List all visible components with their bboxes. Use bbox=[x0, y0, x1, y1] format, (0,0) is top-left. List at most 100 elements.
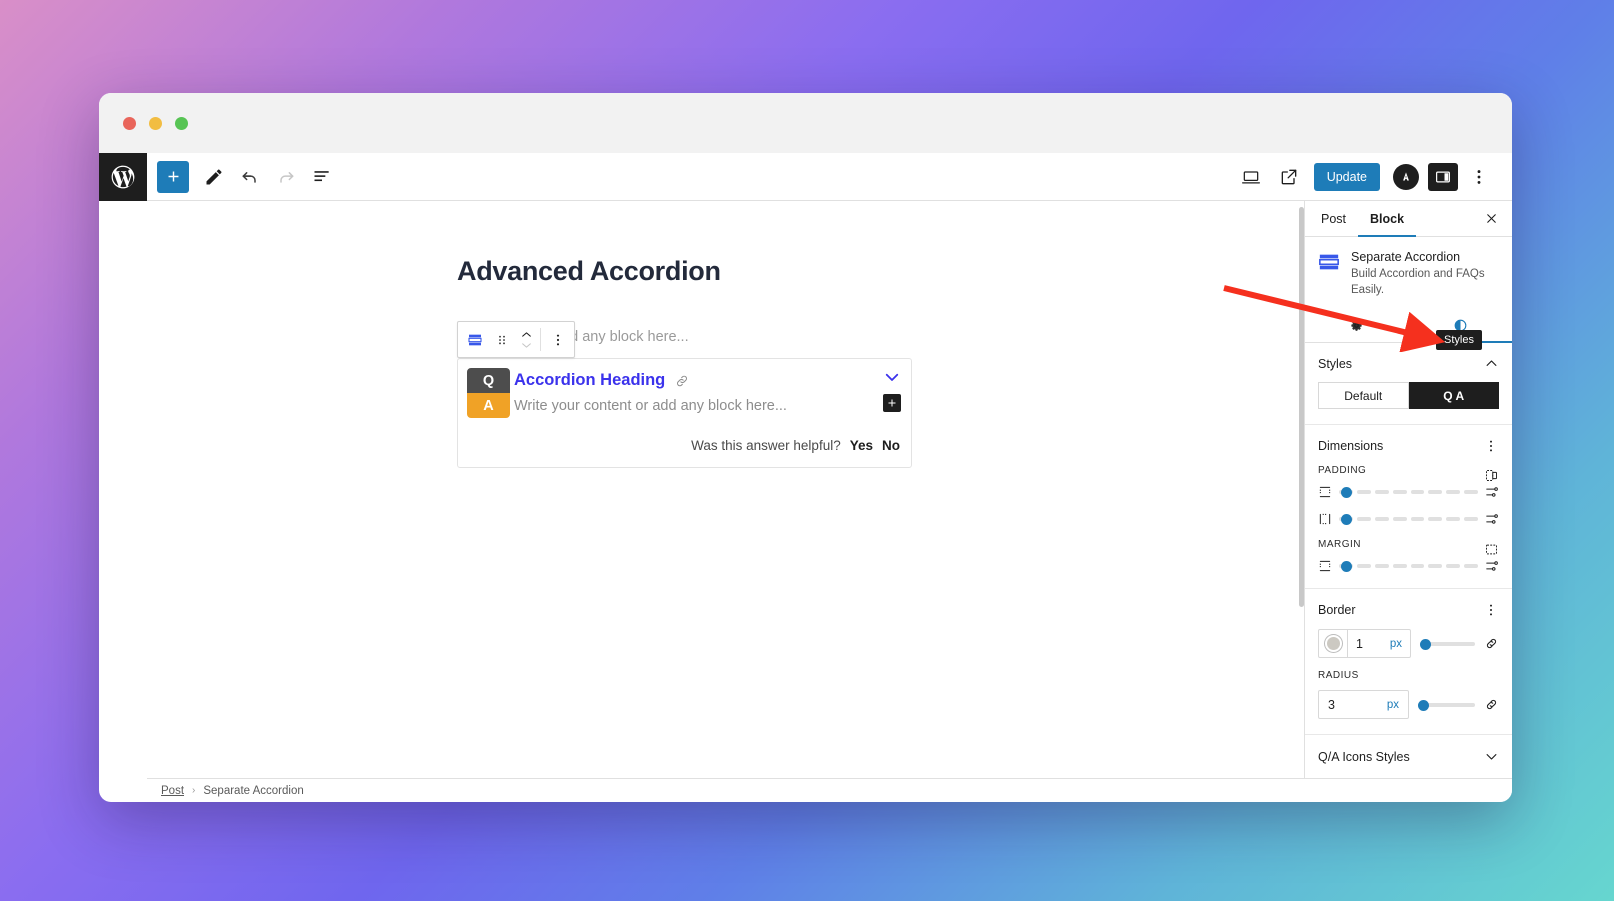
post-canvas[interactable]: Advanced Accordion add any block here... bbox=[147, 201, 1304, 778]
padding-horizontal-slider[interactable] bbox=[1339, 514, 1478, 526]
border-radius-unit[interactable]: px bbox=[1387, 699, 1399, 711]
update-button[interactable]: Update bbox=[1313, 162, 1380, 191]
list-view-button[interactable] bbox=[305, 160, 339, 194]
accordion-block[interactable]: Q A Accordion Heading Write your content… bbox=[457, 358, 912, 468]
slider-knob[interactable] bbox=[1341, 487, 1352, 499]
dimensions-section: Dimensions PADDING MARGIN bbox=[1305, 425, 1512, 590]
three-dots-icon bbox=[1477, 169, 1481, 184]
border-width-input[interactable]: 1 px bbox=[1348, 630, 1410, 657]
add-block-button[interactable] bbox=[157, 160, 189, 193]
editor-topbar: Update bbox=[147, 153, 1512, 201]
list-view-icon bbox=[314, 170, 329, 181]
margin-label: MARGIN bbox=[1318, 539, 1361, 551]
border-radius-input[interactable]: 3 px bbox=[1318, 690, 1409, 720]
settings-sidebar-toggle[interactable] bbox=[1428, 162, 1458, 191]
window-minimize-button[interactable] bbox=[149, 116, 162, 130]
accordion-heading-row: Accordion Heading bbox=[514, 368, 875, 393]
style-variation-group: Default Q A bbox=[1318, 382, 1499, 410]
dimensions-title: Dimensions bbox=[1318, 439, 1384, 454]
dimensions-options-vertical-dots-icon[interactable] bbox=[1483, 438, 1499, 454]
window-close-button[interactable] bbox=[123, 116, 136, 130]
border-link-sides-icon[interactable] bbox=[1484, 636, 1499, 651]
padding-vertical-settings-sliders-icon[interactable] bbox=[1485, 485, 1499, 499]
sidebar-scrollbar[interactable] bbox=[1299, 207, 1304, 607]
qa-icons-styles-chevron-down-icon[interactable] bbox=[1484, 749, 1499, 764]
block-movers bbox=[515, 329, 537, 351]
separate-accordion-icon bbox=[467, 334, 482, 345]
border-width-row: 1 px bbox=[1318, 629, 1499, 659]
helpful-no-button[interactable]: No bbox=[882, 438, 900, 453]
block-type-button[interactable] bbox=[461, 322, 488, 357]
style-option-default[interactable]: Default bbox=[1318, 382, 1409, 410]
margin-sides-link-icon[interactable] bbox=[1484, 542, 1499, 557]
border-radius-row: 3 px bbox=[1318, 690, 1499, 720]
avatar[interactable] bbox=[1393, 163, 1419, 190]
block-info: Separate Accordion Build Accordion and F… bbox=[1305, 237, 1512, 309]
dimensions-header: Dimensions bbox=[1318, 438, 1499, 454]
settings-tab[interactable] bbox=[1305, 310, 1409, 343]
styles-tooltip: Styles bbox=[1436, 330, 1482, 350]
styles-header: Styles bbox=[1318, 356, 1499, 371]
slider-knob[interactable] bbox=[1418, 699, 1429, 711]
editor-options-menu[interactable] bbox=[1462, 160, 1496, 194]
padding-vertical-slider-row bbox=[1318, 485, 1499, 499]
tab-post[interactable]: Post bbox=[1309, 202, 1358, 237]
edit-tool-button[interactable] bbox=[197, 160, 231, 194]
helpful-yes-button[interactable]: Yes bbox=[850, 438, 873, 453]
radius-label: RADIUS bbox=[1318, 670, 1359, 682]
border-width-unit[interactable]: px bbox=[1390, 638, 1402, 650]
block-options-button[interactable] bbox=[544, 322, 571, 357]
border-width-slider[interactable] bbox=[1420, 638, 1475, 650]
styles-title: Styles bbox=[1318, 356, 1353, 371]
accordion-content-placeholder[interactable]: Write your content or add any block here… bbox=[514, 398, 787, 414]
padding-label: PADDING bbox=[1318, 465, 1367, 477]
styles-collapse-chevron-up-icon[interactable] bbox=[1484, 356, 1499, 371]
wordpress-logo[interactable] bbox=[99, 153, 147, 201]
user-avatar-icon bbox=[1403, 171, 1409, 180]
helpful-question: Was this answer helpful? bbox=[691, 438, 841, 453]
accordion-add-block-button[interactable] bbox=[883, 394, 901, 412]
post-title[interactable]: Advanced Accordion bbox=[457, 256, 721, 287]
preview-button[interactable] bbox=[1272, 160, 1306, 194]
accordion-toggle-chevron-down-icon[interactable] bbox=[883, 368, 901, 386]
accordion-rows: Q A Accordion Heading Write your content… bbox=[458, 359, 911, 418]
border-color-picker[interactable] bbox=[1319, 630, 1348, 658]
style-option-qa[interactable]: Q A bbox=[1408, 382, 1499, 410]
tab-block[interactable]: Block bbox=[1358, 202, 1417, 237]
qa-icons-styles-section[interactable]: Q/A Icons Styles bbox=[1305, 735, 1512, 778]
chevron-up-icon[interactable] bbox=[520, 329, 533, 340]
border-width-input-group: 1 px bbox=[1318, 629, 1411, 659]
plus-icon bbox=[888, 399, 896, 407]
slider-dashes bbox=[1339, 490, 1478, 495]
slider-knob[interactable] bbox=[1420, 638, 1431, 650]
breadcrumb-item-post[interactable]: Post bbox=[161, 785, 184, 797]
undo-button[interactable] bbox=[233, 160, 267, 194]
slider-knob[interactable] bbox=[1341, 514, 1352, 526]
slider-knob[interactable] bbox=[1341, 561, 1352, 573]
padding-sides-link-icon[interactable] bbox=[1484, 468, 1499, 483]
topbar-left-tools bbox=[147, 160, 339, 194]
border-options-vertical-dots-icon[interactable] bbox=[1483, 602, 1499, 618]
block-description: Build Accordion and FAQs Easily. bbox=[1351, 268, 1485, 296]
accordion-heading[interactable]: Accordion Heading bbox=[514, 371, 665, 390]
border-radius-slider[interactable] bbox=[1418, 699, 1475, 711]
padding-vertical-slider[interactable] bbox=[1339, 487, 1478, 499]
pencil-icon bbox=[206, 169, 222, 184]
slider-dashes bbox=[1339, 564, 1478, 569]
margin-settings-sliders-icon[interactable] bbox=[1485, 559, 1499, 573]
drag-handle-button[interactable] bbox=[488, 322, 515, 357]
border-header: Border bbox=[1318, 602, 1499, 618]
chevron-down-icon[interactable] bbox=[520, 340, 533, 351]
wordpress-logo-icon bbox=[111, 165, 135, 189]
breadcrumb-separator: › bbox=[192, 785, 196, 796]
view-device-button[interactable] bbox=[1234, 160, 1268, 194]
padding-horizontal-settings-sliders-icon[interactable] bbox=[1485, 512, 1499, 526]
browser-window: Update Advanced Accordion add any block … bbox=[99, 93, 1512, 802]
breadcrumb-item-separate-accordion[interactable]: Separate Accordion bbox=[203, 785, 303, 797]
close-sidebar-button[interactable] bbox=[1475, 201, 1508, 236]
radius-link-corners-icon[interactable] bbox=[1484, 697, 1499, 712]
redo-button[interactable] bbox=[269, 160, 303, 194]
window-maximize-button[interactable] bbox=[175, 116, 188, 130]
margin-slider[interactable] bbox=[1339, 561, 1478, 573]
link-icon[interactable] bbox=[675, 374, 689, 388]
